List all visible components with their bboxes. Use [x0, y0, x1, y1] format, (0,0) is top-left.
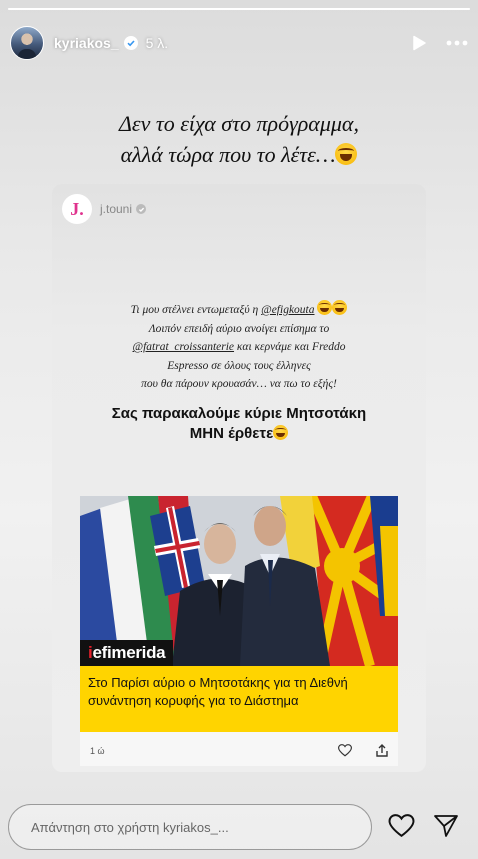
title-line-2: ΜΗΝ έρθετε	[52, 424, 426, 444]
article-age: 1 ώ	[90, 746, 105, 756]
article-photo: iefimerida	[80, 496, 398, 666]
reply-input[interactable]: Απάντηση στο χρήστη kyriakos_...	[8, 804, 372, 850]
shared-post-card[interactable]: J. j.touni Τι μου στέλνει εντωμεταξύ η @…	[52, 184, 426, 772]
avatar[interactable]	[10, 26, 44, 60]
shared-post-title: Σας παρακαλούμε κύριε Μητσοτάκη ΜΗΝ έρθε…	[52, 404, 426, 444]
caption-line-1: Δεν το είχα στο πρόγραμμα,	[119, 111, 359, 136]
laughing-emoji-icon	[273, 425, 289, 440]
post-text-line-5: που θα πάρουν κρουασάν… να πω το εξής!	[141, 378, 337, 390]
shared-post-text: Τι μου στέλνει εντωμεταξύ η @efigkouta Λ…	[52, 300, 426, 394]
shared-post-username: j.touni	[100, 202, 133, 216]
shared-post-avatar: J.	[62, 194, 92, 224]
mention-link[interactable]: @fatrat_croissanterie	[133, 341, 235, 353]
article-footer: 1 ώ	[80, 736, 398, 766]
source-name: efimerida	[92, 643, 166, 662]
story-caption: Δεν το είχα στο πρόγραμμα, αλλά τώρα που…	[0, 108, 478, 170]
laughing-emoji-icon	[335, 143, 358, 165]
caption-line-2: αλλά τώρα που το λέτε…	[0, 139, 478, 170]
laughing-emoji-icon	[332, 300, 348, 315]
story-header: kyriakos_ 5 λ.	[10, 22, 468, 64]
play-icon[interactable]	[410, 34, 428, 52]
story-progress-fill	[8, 8, 470, 10]
post-text-segment: Τι μου στέλνει εντωμεταξύ η	[130, 304, 262, 316]
caption-line-2-text: αλλά τώρα που το λέτε…	[120, 142, 336, 167]
post-text-segment: και κερνάμε και Freddo	[234, 341, 346, 353]
verified-badge-icon	[123, 36, 138, 50]
heart-icon[interactable]	[388, 814, 415, 843]
embedded-article[interactable]: iefimerida Στο Παρίσι αύριο ο Μητσοτάκης…	[80, 496, 398, 766]
verified-badge-icon	[136, 204, 147, 214]
post-text-line-4: Espresso σε όλους τους έλληνες	[167, 359, 311, 372]
story-progress-bar	[8, 8, 470, 10]
laughing-emoji-icon	[317, 300, 333, 315]
reply-placeholder: Απάντηση στο χρήστη kyriakos_...	[31, 819, 229, 835]
share-icon[interactable]	[376, 743, 388, 759]
post-time: 5 λ.	[145, 35, 169, 51]
mention-link[interactable]: @efigkouta	[261, 304, 314, 316]
shared-post-header: J. j.touni	[62, 194, 147, 224]
article-source-logo: iefimerida	[80, 640, 174, 666]
heart-icon[interactable]	[337, 743, 353, 759]
post-text-line-2: Λοιπόν επειδή αύριο ανοίγει επίσημα το	[148, 322, 330, 335]
post-text-line-1: Τι μου στέλνει εντωμεταξύ η @efigkouta	[52, 300, 426, 320]
title-line-2-text: ΜΗΝ έρθετε	[189, 425, 274, 442]
post-text-line-3: @fatrat_croissanterie και κερνάμε και Fr…	[52, 338, 426, 357]
title-line-1: Σας παρακαλούμε κύριε Μητσοτάκη	[111, 405, 367, 422]
send-icon[interactable]	[433, 814, 459, 843]
article-headline[interactable]: Στο Παρίσι αύριο ο Μητσοτάκης για τη Διε…	[80, 666, 398, 732]
more-icon[interactable]	[446, 34, 468, 52]
username[interactable]: kyriakos_	[54, 35, 119, 51]
reply-actions	[388, 814, 459, 843]
